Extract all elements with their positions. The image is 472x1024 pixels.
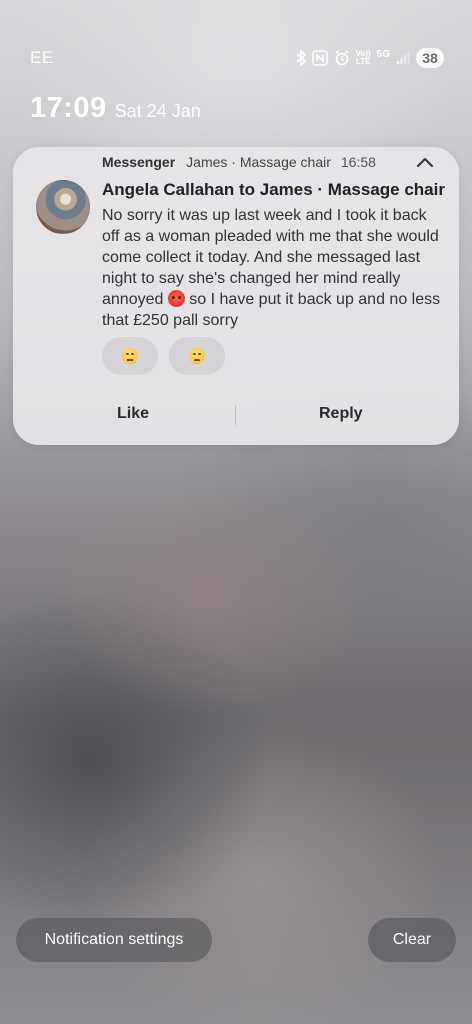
carrier-label: EE xyxy=(30,48,54,67)
chevron-up-icon[interactable] xyxy=(415,155,435,169)
signal-icon xyxy=(397,52,410,64)
status-icons: Vo)) LTE 5G ↓↑ 38 xyxy=(296,48,444,68)
status-bar: EE Vo)) LTE 5G ↓↑ 38 xyxy=(0,0,472,68)
like-button[interactable]: Like xyxy=(117,405,149,423)
volte-icon: Vo)) LTE xyxy=(355,49,371,66)
clear-button[interactable]: Clear xyxy=(368,918,456,962)
notification-body: No sorry it was up last week and I took … xyxy=(102,205,442,331)
notification-settings-button[interactable]: Notification settings xyxy=(16,918,212,962)
5g-icon: 5G ↓↑ xyxy=(376,49,390,67)
neutral-face-icon xyxy=(122,348,138,364)
reaction-disappointed-button[interactable] xyxy=(169,337,225,375)
bluetooth-icon xyxy=(296,50,306,66)
notification-subtext: James · Massage chair xyxy=(186,154,331,170)
action-divider xyxy=(235,405,236,425)
clock-time: 17:09 xyxy=(30,92,107,124)
battery-icon: 38 xyxy=(416,48,444,68)
disappointed-face-icon xyxy=(189,348,205,364)
notification-title: Angela Callahan to James · Massage chair xyxy=(102,180,445,199)
reaction-neutral-button[interactable] xyxy=(102,337,158,375)
nfc-icon xyxy=(311,50,328,66)
notification-time: 16:58 xyxy=(340,154,376,170)
app-name: Messenger xyxy=(102,154,176,170)
clock-date: Sat 24 Jan xyxy=(114,101,201,121)
messenger-notification[interactable]: Messenger James · Massage chair 16:58 An… xyxy=(13,147,459,445)
avatar xyxy=(36,180,90,234)
lockscreen-clock: 17:09 Sat 24 Jan xyxy=(30,92,201,125)
angry-face-icon xyxy=(167,290,185,307)
reply-button[interactable]: Reply xyxy=(319,405,363,423)
notification-header: Messenger James · Massage chair 16:58 xyxy=(102,154,376,170)
alarm-icon xyxy=(335,50,349,66)
